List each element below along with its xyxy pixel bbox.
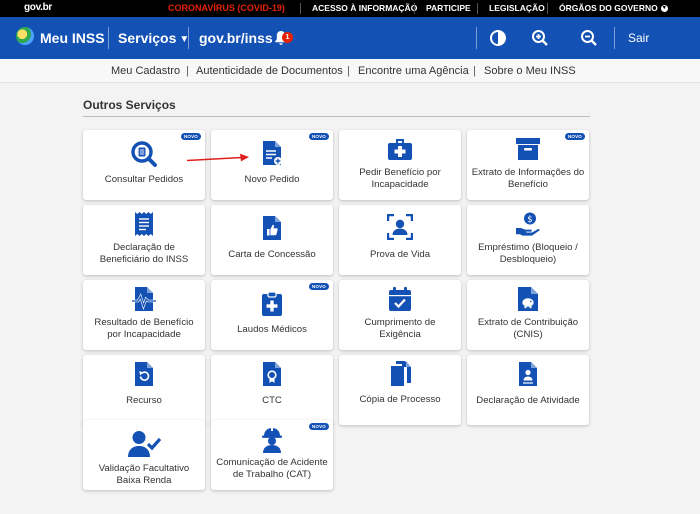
red-arrow-annotation xyxy=(186,153,249,162)
card-label: Declaração de Beneficiário do INSS xyxy=(99,242,189,265)
chevron-down-icon: ▾ xyxy=(660,5,668,13)
card-label: Empréstimo (Bloqueio / Desbloqueio) xyxy=(478,242,578,265)
worker-icon xyxy=(262,427,282,453)
inss-logo-icon[interactable] xyxy=(16,27,34,45)
card-label: Carta de Concessão xyxy=(228,249,316,260)
card-label: CTC xyxy=(262,395,282,406)
app-title[interactable]: Meu INSS xyxy=(40,30,105,46)
divider: | xyxy=(186,65,189,77)
person-document-icon xyxy=(519,362,537,386)
divider xyxy=(414,3,415,14)
novo-badge: NOVO xyxy=(180,133,201,140)
medical-kit-icon xyxy=(388,139,412,160)
card-label: Validação Facultativo Baixa Renda xyxy=(98,463,190,486)
certificate-icon xyxy=(263,362,281,386)
receipt-icon xyxy=(135,212,153,236)
archive-box-icon xyxy=(516,138,540,160)
subnav-sobre[interactable]: Sobre o Meu INSS xyxy=(484,65,576,77)
card-label: Cumprimento de Exigência xyxy=(364,317,436,340)
zoom-out-icon[interactable] xyxy=(580,29,598,47)
govbr-inss-link[interactable]: gov.br/inss xyxy=(199,30,273,46)
face-scan-icon xyxy=(387,214,413,240)
govbar-link-participe[interactable]: PARTICIPE xyxy=(426,3,471,13)
card-recurso[interactable]: Recurso xyxy=(83,355,205,425)
novo-badge: NOVO xyxy=(564,133,585,140)
divider: | xyxy=(347,65,350,77)
card-label: Declaração de Atividade xyxy=(476,395,580,406)
card-label: Extrato de Contribuição (CNIS) xyxy=(477,317,579,340)
card-label: Resultado de Benefício por Incapacidade xyxy=(94,317,194,340)
divider xyxy=(477,3,478,14)
divider: | xyxy=(473,65,476,77)
card-resultado-beneficio[interactable]: Resultado de Benefício por Incapacidade xyxy=(83,280,205,350)
servicos-menu[interactable]: Serviços ▼ xyxy=(118,30,189,46)
divider xyxy=(300,3,301,14)
app-header: Meu INSS Serviços ▼ gov.br/inss 1 Sair xyxy=(0,17,700,59)
novo-badge: NOVO xyxy=(308,283,329,290)
divider xyxy=(547,3,548,14)
subnav-encontre-agencia[interactable]: Encontre uma Agência xyxy=(358,65,469,77)
logout-button[interactable]: Sair xyxy=(628,31,649,45)
card-emprestimo[interactable]: $ Empréstimo (Bloqueio / Desbloqueio) xyxy=(467,205,589,275)
calendar-check-icon xyxy=(389,287,411,311)
novo-badge: NOVO xyxy=(308,423,329,430)
card-label: Laudos Médicos xyxy=(237,324,307,335)
subnav-autenticidade[interactable]: Autenticidade de Documentos xyxy=(196,65,343,77)
govbr-logo[interactable]: gov.br xyxy=(24,2,52,13)
medical-clipboard-icon xyxy=(262,291,282,316)
card-prova-de-vida[interactable]: Prova de Vida xyxy=(339,205,461,275)
divider xyxy=(83,116,590,117)
divider xyxy=(188,27,189,49)
govbar-link-orgaos-label: ÓRGÃOS DO GOVERNO xyxy=(559,3,658,13)
govbar-link-orgaos[interactable]: ÓRGÃOS DO GOVERNO ▾ xyxy=(559,3,668,13)
sub-navigation: Meu Cadastro | Autenticidade de Document… xyxy=(0,59,700,83)
card-label: Pedir Benefício por Incapacidade xyxy=(359,167,441,190)
card-label: Consultar Pedidos xyxy=(104,174,184,185)
card-label: Prova de Vida xyxy=(369,249,431,260)
thumbs-up-document-icon xyxy=(263,216,281,240)
divider xyxy=(614,27,615,49)
card-laudos-medicos[interactable]: NOVO Laudos Médicos xyxy=(211,280,333,350)
govbr-top-bar: gov.br CORONAVÍRUS (COVID-19) ACESSO À I… xyxy=(0,0,700,17)
subnav-meu-cadastro[interactable]: Meu Cadastro xyxy=(111,65,180,77)
card-copia-processo[interactable]: Cópia de Processo xyxy=(339,355,461,425)
money-hand-icon: $ xyxy=(516,212,540,236)
new-document-icon xyxy=(263,141,282,165)
card-label: Extrato de Informações do Benefício xyxy=(471,167,585,190)
heartbeat-document-icon xyxy=(132,287,156,311)
novo-badge: NOVO xyxy=(308,133,329,140)
search-document-icon xyxy=(131,141,157,167)
svg-text:$: $ xyxy=(527,215,532,225)
notification-count-badge: 1 xyxy=(282,32,293,43)
undo-document-icon xyxy=(135,362,153,386)
piggy-document-icon xyxy=(518,287,538,311)
divider xyxy=(108,27,109,49)
divider xyxy=(476,27,477,49)
card-label: Cópia de Processo xyxy=(359,394,441,405)
user-check-icon xyxy=(128,431,161,457)
card-label: Recurso xyxy=(126,395,162,406)
zoom-in-icon[interactable] xyxy=(531,29,549,47)
card-carta-concessao[interactable]: Carta de Concessão xyxy=(211,205,333,275)
contrast-icon[interactable] xyxy=(489,29,507,47)
card-label: Novo Pedido xyxy=(244,174,300,185)
card-declaracao-atividade[interactable]: Declaração de Atividade xyxy=(467,355,589,425)
card-ctc[interactable]: CTC xyxy=(211,355,333,425)
card-validacao-facultativo[interactable]: Validação Facultativo Baixa Renda xyxy=(83,420,205,490)
card-extrato-contribuicao[interactable]: Extrato de Contribuição (CNIS) xyxy=(467,280,589,350)
card-pedir-beneficio-incapacidade[interactable]: Pedir Benefício por Incapacidade xyxy=(339,130,461,200)
govbar-link-legislacao[interactable]: LEGISLAÇÃO xyxy=(489,3,545,13)
card-label: Comunicação de Acidente de Trabalho (CAT… xyxy=(216,457,328,480)
govbar-link-acesso[interactable]: ACESSO À INFORMAÇÃO xyxy=(312,3,417,13)
covid-link[interactable]: CORONAVÍRUS (COVID-19) xyxy=(168,3,285,13)
section-title: Outros Serviços xyxy=(83,98,176,112)
card-extrato-informacoes[interactable]: NOVO Extrato de Informações do Benefício xyxy=(467,130,589,200)
card-cumprimento-exigencia[interactable]: Cumprimento de Exigência xyxy=(339,280,461,350)
notifications-button[interactable]: 1 xyxy=(274,30,293,51)
card-declaracao-beneficiario[interactable]: Declaração de Beneficiário do INSS xyxy=(83,205,205,275)
servicos-label: Serviços xyxy=(118,30,177,46)
copy-icon xyxy=(391,361,411,386)
card-comunicacao-acidente[interactable]: NOVO Comunicação de Acidente de Trabalho… xyxy=(211,420,333,490)
